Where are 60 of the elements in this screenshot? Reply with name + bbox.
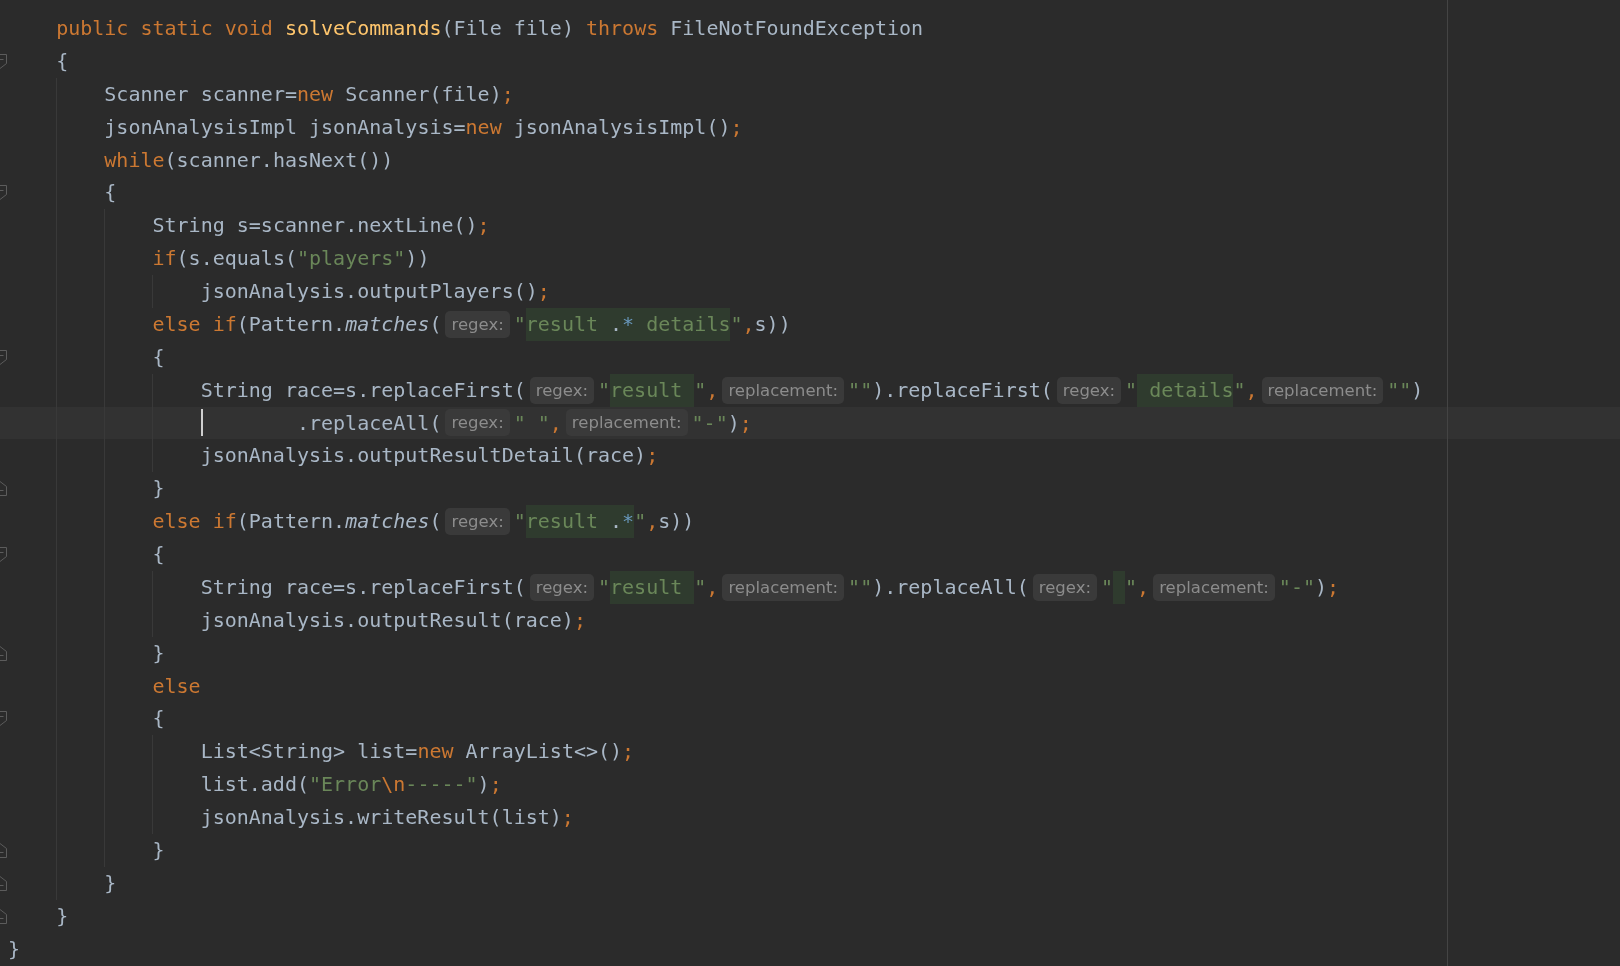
code-fragment: else if(Pattern.matches( <box>152 310 442 338</box>
code-line: jsonAnalysis.outputPlayers(); <box>200 278 550 305</box>
code-fragment: "result .*",s)) <box>513 505 695 538</box>
code-fragment: else if(Pattern.matches( <box>152 508 442 536</box>
parameter-hint: regex: <box>1032 573 1097 601</box>
parameter-hint: regex: <box>445 310 510 338</box>
code-line: } <box>152 836 165 864</box>
parameter-hint: regex: <box>529 376 594 404</box>
fold-marker-icon[interactable] <box>0 53 7 69</box>
parameter-hint: replacement: <box>1153 573 1275 601</box>
parameter-hint: regex: <box>445 508 510 536</box>
code-line: } <box>8 935 21 963</box>
fold-marker-icon[interactable] <box>0 481 7 497</box>
code-line: jsonAnalysis.writeResult(list); <box>200 804 574 831</box>
fold-marker-icon[interactable] <box>0 908 7 924</box>
code-line: if(s.equals("players")) <box>152 245 430 273</box>
code-line: } <box>56 902 69 930</box>
fold-marker-icon[interactable] <box>0 711 7 727</box>
code-line: { <box>104 179 117 207</box>
code-line: } <box>152 639 165 667</box>
code-fragment: " ", <box>1100 570 1150 604</box>
code-line: List<String> list=new ArrayList<>(); <box>200 738 635 766</box>
code-fragment: "") <box>1387 376 1424 404</box>
code-line: jsonAnalysis.outputResultDetail(race); <box>200 442 659 470</box>
parameter-hint: regex: <box>445 409 510 437</box>
code-fragment: " ", <box>513 409 562 437</box>
parameter-hint: replacement: <box>1261 376 1384 404</box>
code-line: { <box>152 705 165 733</box>
fold-marker-icon[interactable] <box>0 185 7 201</box>
code-line: jsonAnalysisImpl jsonAnalysis=new jsonAnalysisImpl(); <box>104 113 743 141</box>
code-fragment: "").replaceAll( <box>848 573 1029 601</box>
parameter-hint: regex: <box>1056 376 1122 404</box>
code-line: { <box>152 541 165 568</box>
code-line: while(scanner.hasNext()) <box>104 146 394 174</box>
code-fragment: String race=s.replaceFirst( <box>200 376 526 404</box>
parameter-hint: replacement: <box>722 573 845 601</box>
code-line: } <box>104 869 117 897</box>
fold-marker-icon[interactable] <box>0 842 7 858</box>
code-fragment: "result .* details",s)) <box>513 307 791 341</box>
parameter-hint: replacement: <box>722 376 845 404</box>
code-line: else <box>152 672 201 700</box>
code-line: public static void solveCommands(File file) throws FileNotFoundException <box>56 15 924 42</box>
code-fragment: String race=s.replaceFirst( <box>200 573 526 601</box>
code-fragment: "-"); <box>691 409 752 437</box>
code-fragment: "").replaceFirst( <box>848 376 1053 404</box>
fold-marker-icon[interactable] <box>0 645 7 661</box>
fold-marker-icon[interactable] <box>0 349 7 365</box>
code-line: { <box>152 343 165 371</box>
code-line: list.add("Error\n-----"); <box>200 771 502 799</box>
fold-marker-icon[interactable] <box>0 875 7 891</box>
code-line: String s=scanner.nextLine(); <box>152 212 490 240</box>
fold-marker-icon[interactable] <box>0 546 7 562</box>
code-line: Scanner scanner=new Scanner(file); <box>104 80 514 108</box>
parameter-hint: regex: <box>529 573 594 601</box>
code-line: } <box>152 475 165 503</box>
code-fragment: .replaceAll( <box>296 409 442 437</box>
code-line: jsonAnalysis.outputResult(race); <box>200 606 586 634</box>
parameter-hint: replacement: <box>565 409 688 437</box>
code-line: { <box>56 47 69 75</box>
code-fragment: "-"); <box>1278 573 1340 601</box>
